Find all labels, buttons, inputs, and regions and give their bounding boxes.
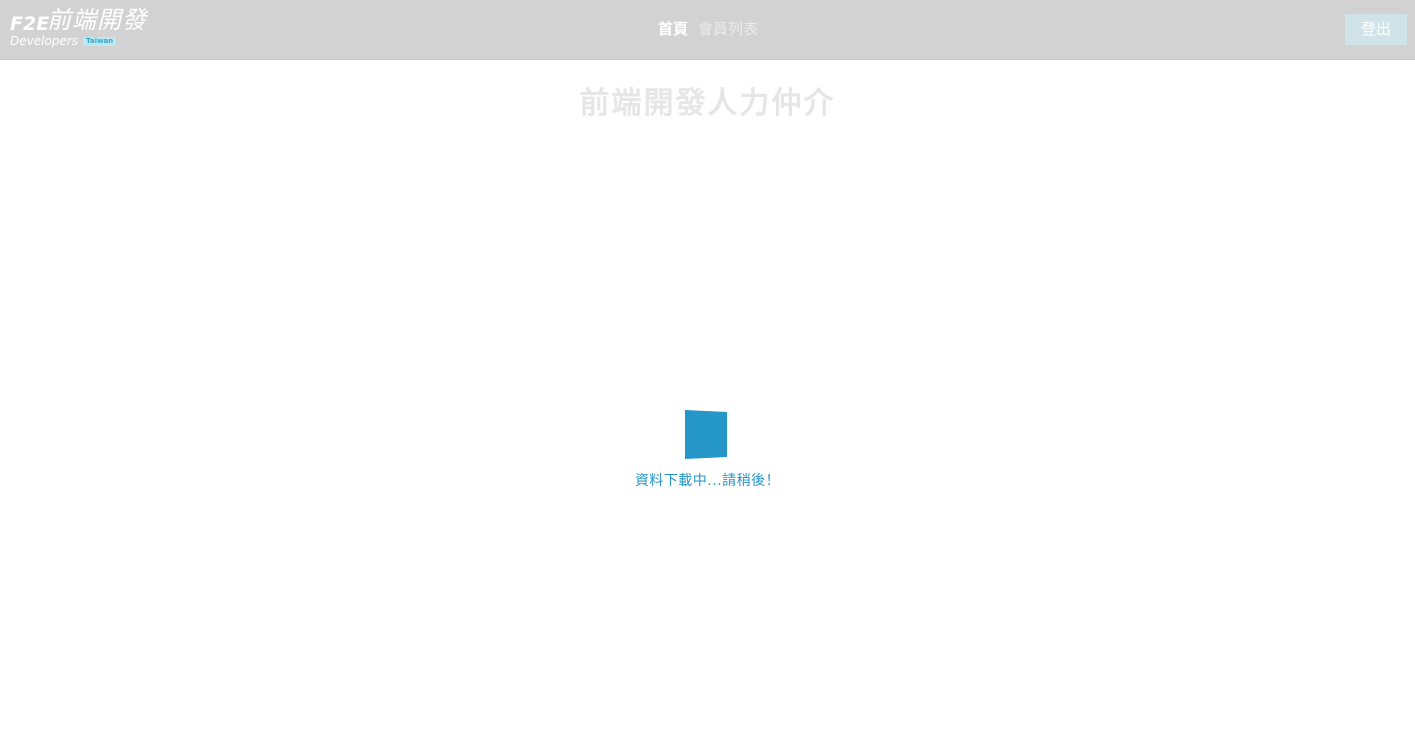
logo-mark: F2E (10, 13, 50, 35)
nav-item-home[interactable]: 首頁 (658, 19, 688, 39)
page-title: 前端開發人力仲介 (579, 86, 836, 121)
logout-button[interactable]: 登出 (1345, 14, 1407, 45)
logo-title: 前端開發 (47, 6, 147, 34)
flipping-square-icon (685, 410, 727, 459)
main-nav: 首頁 會員列表 (658, 19, 758, 39)
loading-spinner-icon (684, 409, 728, 461)
top-navbar: F2E 前端開發 Developers Taiwan 首頁 會員列表 登出 (0, 0, 1415, 60)
loading-message: 資料下載中...請稍後！ (634, 473, 781, 489)
logo-badge: Taiwan (83, 37, 117, 46)
app-page: F2E 前端開發 Developers Taiwan 首頁 會員列表 登出 前端… (0, 0, 1415, 746)
logo-subtitle: Developers (10, 34, 78, 48)
brand-logo[interactable]: F2E 前端開發 Developers Taiwan (10, 6, 160, 52)
nav-item-members[interactable]: 會員列表 (698, 19, 758, 39)
